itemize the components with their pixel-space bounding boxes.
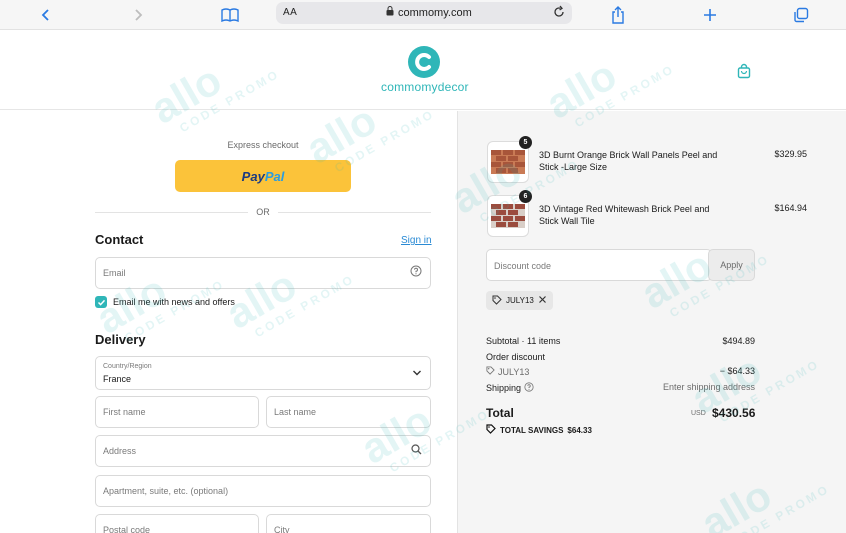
tag-icon <box>492 295 502 307</box>
applied-code-text: JULY13 <box>506 296 534 305</box>
lock-icon <box>386 6 394 19</box>
savings-value: $64.33 <box>567 425 592 435</box>
paypal-button[interactable]: Pay Pal <box>175 160 351 192</box>
quantity-badge: 6 <box>519 190 532 203</box>
checkout-form: Express checkout Pay Pal OR Contact Sign … <box>0 111 457 533</box>
new-tab-icon[interactable] <box>698 3 722 27</box>
sign-in-link[interactable]: Sign in <box>401 235 432 246</box>
address-field[interactable]: Address <box>95 435 431 467</box>
order-discount-code-row: JULY13 − $64.33 <box>486 366 755 377</box>
item-price: $329.95 <box>774 149 807 159</box>
text-size-button[interactable]: AA <box>283 7 297 18</box>
country-select[interactable]: Country/Region France <box>95 356 431 390</box>
tag-icon <box>486 366 495 377</box>
order-discount-value: − $64.33 <box>719 366 755 376</box>
remove-code-icon[interactable] <box>538 295 547 306</box>
address-placeholder: Address <box>103 446 137 456</box>
cart-item: 6 3D Vintage Red Whitewash Brick Peel an… <box>487 190 807 239</box>
item-title: 3D Vintage Red Whitewash Brick Peel and … <box>539 204 710 226</box>
total-amount: $430.56 <box>712 406 756 420</box>
browser-toolbar: AA commomy.com <box>0 0 846 30</box>
tabs-icon[interactable] <box>789 3 813 27</box>
forward-icon[interactable] <box>126 3 150 27</box>
item-price: $164.94 <box>774 203 807 213</box>
email-placeholder: Email <box>103 268 126 278</box>
help-icon[interactable] <box>524 382 534 394</box>
shopping-bag-icon[interactable] <box>736 63 752 84</box>
apartment-placeholder: Apartment, suite, etc. (optional) <box>103 486 229 496</box>
help-icon[interactable] <box>410 264 422 282</box>
share-icon[interactable] <box>606 3 630 27</box>
address-bar[interactable]: AA commomy.com <box>276 2 572 24</box>
apply-button[interactable]: Apply <box>708 249 755 281</box>
total-label: Total <box>486 406 514 420</box>
item-title: 3D Burnt Orange Brick Wall Panels Peel a… <box>539 150 718 172</box>
applied-code-chip: JULY13 <box>486 291 553 310</box>
bookmarks-icon[interactable] <box>218 3 242 27</box>
paypal-pal-text: Pal <box>264 168 285 184</box>
total-currency: USD <box>691 410 706 417</box>
savings-label: TOTAL SAVINGS <box>500 425 564 435</box>
order-discount-code-text: JULY13 <box>498 366 530 377</box>
logo-icon[interactable] <box>408 46 440 78</box>
site-header: commomydecor <box>0 30 846 110</box>
shipping-value: Enter shipping address <box>662 382 755 392</box>
shipping-label: Shipping <box>486 383 522 393</box>
express-checkout-label: Express checkout <box>227 140 299 150</box>
first-name-field[interactable]: First name <box>95 396 259 428</box>
total-savings: TOTAL SAVINGS $64.33 <box>486 424 592 436</box>
subtotal-value: $494.89 <box>722 336 755 346</box>
logo-text[interactable]: commomydecor <box>381 80 469 94</box>
country-value: France <box>103 374 132 384</box>
first-name-placeholder: First name <box>103 407 146 417</box>
email-field[interactable]: Email <box>95 257 431 289</box>
newsletter-checkbox[interactable] <box>95 296 107 308</box>
city-placeholder: City <box>274 525 290 533</box>
quantity-badge: 5 <box>519 136 532 149</box>
delivery-heading: Delivery <box>95 332 146 347</box>
subtotal-row: Subtotal · 11 items $494.89 <box>486 336 755 346</box>
shipping-row: Shipping Enter shipping address <box>486 382 755 394</box>
discount-code-field[interactable]: Discount code <box>486 249 712 281</box>
order-discount-row: Order discount <box>486 352 755 362</box>
order-summary: 5 3D Burnt Orange Brick Wall Panels Peel… <box>457 111 846 533</box>
cart-item: 5 3D Burnt Orange Brick Wall Panels Peel… <box>487 136 807 185</box>
back-icon[interactable] <box>34 3 58 27</box>
paypal-pay-text: Pay <box>241 168 265 184</box>
city-field[interactable]: City <box>266 514 431 533</box>
reload-icon[interactable] <box>552 5 566 24</box>
contact-heading: Contact <box>95 232 144 247</box>
url-text: commomy.com <box>398 6 472 19</box>
discount-placeholder: Discount code <box>494 261 552 271</box>
country-label: Country/Region <box>103 363 152 370</box>
tag-icon <box>486 424 496 436</box>
newsletter-label[interactable]: Email me with news and offers <box>113 297 235 307</box>
last-name-field[interactable]: Last name <box>266 396 431 428</box>
postal-code-placeholder: Postal code <box>103 525 151 533</box>
order-discount-code: JULY13 <box>486 366 529 377</box>
subtotal-label: Subtotal · 11 items <box>486 336 561 346</box>
url-display[interactable]: commomy.com <box>386 6 472 19</box>
apartment-field[interactable]: Apartment, suite, etc. (optional) <box>95 475 431 507</box>
order-discount-label: Order discount <box>486 352 546 362</box>
last-name-placeholder: Last name <box>274 407 317 417</box>
or-separator: OR <box>248 207 278 217</box>
search-icon[interactable] <box>411 442 422 460</box>
chevron-down-icon <box>412 364 422 382</box>
postal-code-field[interactable]: Postal code <box>95 514 259 533</box>
